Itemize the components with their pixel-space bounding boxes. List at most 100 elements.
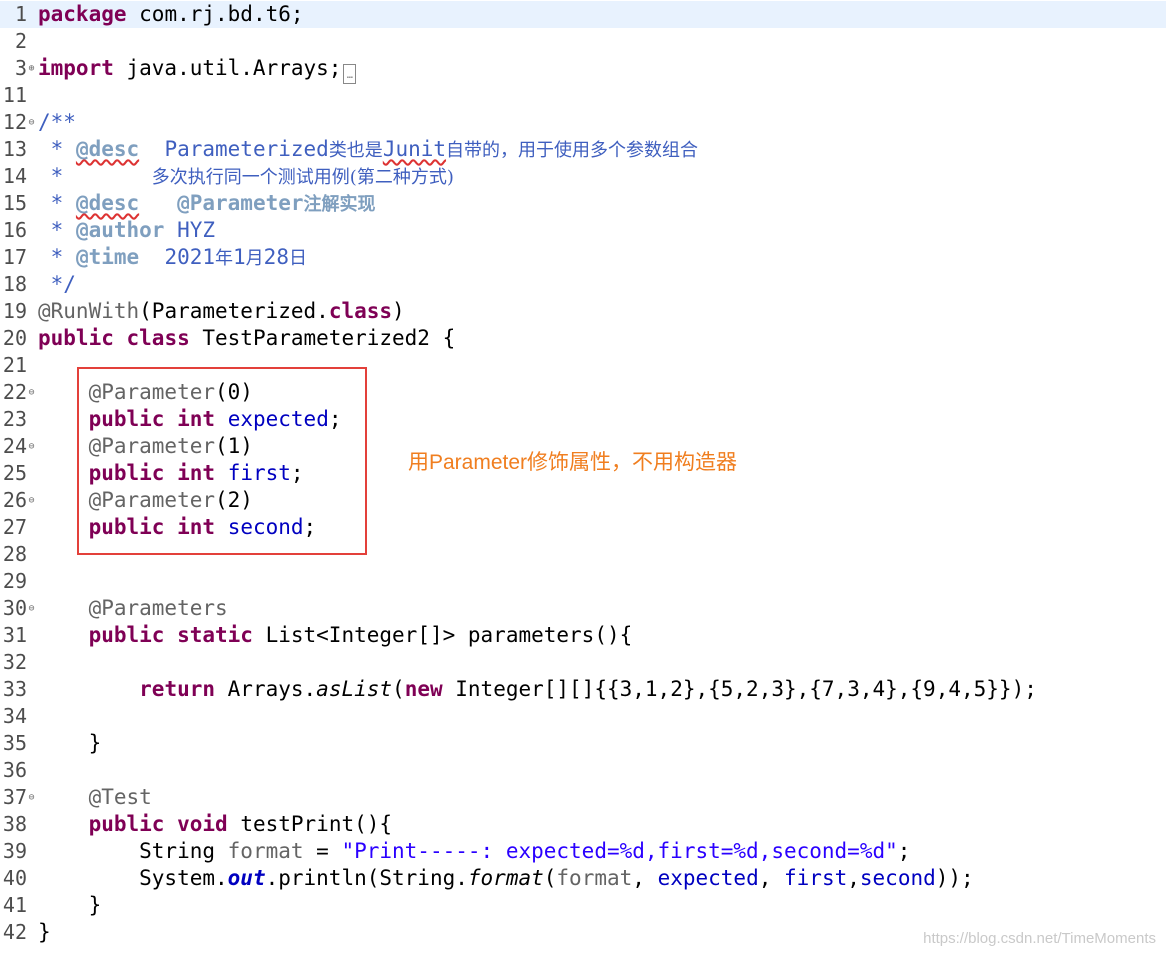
line-number: 38 [2,812,27,836]
folded-imports-icon[interactable]: … [343,64,357,84]
line-number: 20 [2,326,27,350]
code-token: ( [392,677,405,701]
code-text: @RunWith(Parameterized.class) [38,298,405,325]
line-number: 37 [2,785,27,809]
code-token: com.rj.bd.t6; [126,2,304,26]
line-number: 36 [2,758,27,782]
line-number: 30 [2,596,27,620]
code-token: 1 [233,245,246,269]
code-line[interactable]: 1 package com.rj.bd.t6; [0,1,1166,28]
code-token: , [758,866,785,890]
code-line[interactable]: 33 return Arrays.asList(new Integer[][]{… [0,676,1166,703]
code-text: * @desc @Parameter注解实现 [38,190,376,218]
collapse-fold-icon[interactable]: ⊖ [27,496,36,506]
line-number: 27 [2,515,27,539]
code-token: first [784,866,848,890]
collapse-fold-icon[interactable]: ⊖ [27,118,36,128]
code-text: @Parameters [38,595,228,622]
code-token: public [88,812,165,836]
code-line[interactable]: 41 } [0,892,1166,919]
code-token: , [847,866,860,890]
code-token: class [328,299,393,323]
code-token: * [38,137,76,161]
code-token: 自带的，用于使用多个参数组合 [446,140,699,161]
collapse-fold-icon[interactable]: ⊖ [27,388,36,398]
code-token: )); [935,866,974,890]
code-token: String [38,839,228,863]
code-token: } [38,920,51,944]
code-text: } [38,730,102,757]
code-line[interactable]: 16 * @author HYZ [0,217,1166,244]
code-text: public static List<Integer[]> parameters… [38,622,633,649]
expand-fold-icon[interactable]: ⊕ [27,64,36,74]
collapse-fold-icon[interactable]: ⊖ [27,442,36,452]
code-line[interactable]: 13 * @desc Parameterized类也是Junit自带的，用于使用… [0,136,1166,163]
collapse-fold-icon[interactable]: ⊖ [27,604,36,614]
line-number: 17 [2,245,27,269]
code-line[interactable]: 18 */ [0,271,1166,298]
code-token: 多次执行同一个测试用例(第二种方式) [151,167,454,188]
code-line[interactable]: 15 * @desc @Parameter注解实现 [0,190,1166,217]
code-token: expected [657,866,759,890]
code-token: * [38,191,76,215]
code-token: } [38,893,102,917]
line-number: 1 [14,2,27,26]
line-number: 34 [2,704,27,728]
code-line[interactable]: 19 @RunWith(Parameterized.class) [0,298,1166,325]
highlight-box [77,367,367,555]
code-token: , [632,866,658,890]
line-number: 12 [2,110,27,134]
line-number: 40 [2,866,27,890]
code-token: HYZ [164,218,216,242]
code-token: @time [75,245,140,269]
code-text: * @author HYZ [38,217,215,244]
code-line[interactable]: 2 [0,28,1166,55]
line-number: 26 [2,488,27,512]
code-line[interactable]: 37 ⊖ @Test [0,784,1166,811]
code-token: Junit [382,137,447,161]
code-line[interactable]: 30 ⊖ @Parameters [0,595,1166,622]
code-line[interactable]: 3 ⊕ import java.util.Arrays;… [0,55,1166,84]
code-token: new [404,677,443,701]
code-line[interactable]: 29 [0,568,1166,595]
code-line[interactable]: 36 [0,757,1166,784]
code-token: @desc [75,191,140,215]
code-text: /** [38,109,76,136]
code-token: "Print-----: expected=%d,first=%d,second… [341,839,898,863]
code-token: package [38,2,127,26]
code-token: (Parameterized. [139,299,329,323]
code-token: void [177,812,228,836]
line-number: 19 [2,299,27,323]
code-token: /** [38,110,76,134]
code-token: format [467,866,544,890]
code-line[interactable]: 35 } [0,730,1166,757]
line-number: 24 [2,434,27,458]
code-token: second [859,866,936,890]
code-line[interactable]: 14 * 多次执行同一个测试用例(第二种方式) [0,163,1166,190]
code-line[interactable]: 38 public void testPrint(){ [0,811,1166,838]
code-line[interactable]: 31 public static List<Integer[]> paramet… [0,622,1166,649]
code-token: * [38,164,152,188]
line-number: 29 [2,569,27,593]
code-token: TestParameterized2 { [189,326,456,350]
code-token: testPrint(){ [227,812,393,836]
code-line[interactable]: 17 * @time 2021年1月28日 [0,244,1166,271]
line-number: 35 [2,731,27,755]
code-text: * @desc Parameterized类也是Junit自带的，用于使用多个参… [38,136,698,164]
line-number: 23 [2,407,27,431]
code-line[interactable]: 11 [0,82,1166,109]
code-token: 日 [288,248,307,269]
code-line[interactable]: 32 [0,649,1166,676]
code-line[interactable]: 40 System.out.println(String.format(form… [0,865,1166,892]
code-line[interactable]: 12 ⊖/** [0,109,1166,136]
collapse-fold-icon[interactable]: ⊖ [27,793,36,803]
code-line[interactable]: 34 [0,703,1166,730]
code-line[interactable]: 20 public class TestParameterized2 { [0,325,1166,352]
code-line[interactable]: 39 String format = "Print-----: expected… [0,838,1166,865]
code-token: ( [543,866,557,890]
code-token: @author [75,218,165,242]
